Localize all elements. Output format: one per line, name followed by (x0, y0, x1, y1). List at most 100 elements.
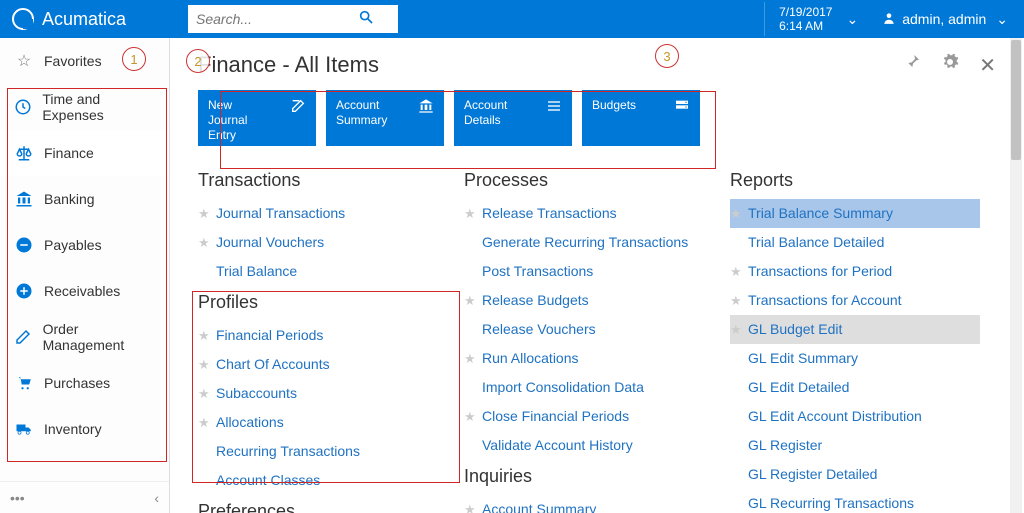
user-icon (882, 11, 896, 28)
sidebar-item-favorites[interactable]: ☆ Favorites (0, 38, 169, 84)
scrollbar-thumb[interactable] (1011, 40, 1021, 160)
tile-budgets[interactable]: Budgets (582, 90, 700, 146)
search-box[interactable] (188, 5, 398, 33)
link-item[interactable]: ☆Trial Balance (198, 257, 428, 286)
link-item[interactable]: ★Transactions for Period (730, 257, 980, 286)
gear-icon[interactable] (941, 53, 959, 78)
star-icon[interactable]: ★ (198, 233, 214, 253)
link-item[interactable]: ★Journal Vouchers (198, 228, 428, 257)
link-label: Allocations (216, 412, 284, 433)
brand[interactable]: Acumatica (0, 8, 170, 30)
search-icon[interactable] (358, 9, 374, 30)
sidebar-item-time-expenses[interactable]: Time and Expenses (0, 84, 169, 130)
sidebar-item-label: Purchases (44, 375, 110, 391)
tile-account-details[interactable]: Account Details (454, 90, 572, 146)
link-item[interactable]: ★Release Transactions (464, 199, 694, 228)
section-processes: Processes (464, 170, 694, 191)
link-item[interactable]: ★Subaccounts (198, 379, 428, 408)
sidebar-item-payables[interactable]: Payables (0, 222, 169, 268)
chevron-down-icon: ⌄ (846, 11, 858, 28)
link-item[interactable]: ☆Trial Balance Detailed (730, 228, 980, 257)
star-icon[interactable]: ★ (464, 291, 480, 311)
star-icon[interactable]: ★ (198, 355, 214, 375)
minus-circle-icon (12, 236, 36, 254)
link-item[interactable]: ★Trial Balance Summary (730, 199, 980, 228)
link-item[interactable]: ☆GL Edit Detailed (730, 373, 980, 402)
link-item[interactable]: ★Close Financial Periods (464, 402, 694, 431)
link-label: Validate Account History (482, 435, 633, 456)
link-item[interactable]: ☆Validate Account History (464, 431, 694, 460)
link-label: Recurring Transactions (216, 441, 360, 462)
link-item[interactable]: ★Run Allocations (464, 344, 694, 373)
link-label: Journal Vouchers (216, 232, 324, 253)
link-item[interactable]: ★Release Budgets (464, 286, 694, 315)
star-icon[interactable]: ★ (464, 500, 480, 513)
star-icon[interactable]: ★ (730, 262, 746, 282)
scrollbar[interactable] (1010, 38, 1022, 513)
column-2: Processes ★Release Transactions☆Generate… (464, 164, 694, 513)
star-icon[interactable]: ★ (730, 320, 746, 340)
link-item[interactable]: ★Financial Periods (198, 321, 428, 350)
star-icon[interactable]: ★ (464, 349, 480, 369)
column-3: Reports ★Trial Balance Summary☆Trial Bal… (730, 164, 980, 513)
link-label: Chart Of Accounts (216, 354, 330, 375)
link-label: GL Edit Account Distribution (748, 406, 922, 427)
star-icon[interactable]: ★ (198, 384, 214, 404)
link-item[interactable]: ★Journal Transactions (198, 199, 428, 228)
link-item[interactable]: ☆Release Vouchers (464, 315, 694, 344)
sidebar-item-purchases[interactable]: Purchases (0, 360, 169, 406)
star-icon[interactable]: ★ (464, 204, 480, 224)
link-item[interactable]: ★Allocations (198, 408, 428, 437)
link-item[interactable]: ☆GL Edit Account Distribution (730, 402, 980, 431)
date-line1: 7/19/2017 (779, 5, 832, 19)
star-icon[interactable]: ★ (198, 204, 214, 224)
bank-icon (12, 190, 36, 208)
close-icon[interactable]: ✕ (979, 53, 996, 78)
link-item[interactable]: ☆Import Consolidation Data (464, 373, 694, 402)
star-icon[interactable]: ★ (198, 326, 214, 346)
tile-new-journal-entry[interactable]: New Journal Entry (198, 90, 316, 146)
server-icon (674, 98, 690, 138)
link-item[interactable]: ☆Recurring Transactions (198, 437, 428, 466)
sidebar-item-order-mgmt[interactable]: Order Management (0, 314, 169, 360)
tile-label: Budgets (592, 98, 636, 138)
user-name: admin, admin (902, 11, 986, 27)
tile-label: Account Details (464, 98, 507, 138)
sidebar-item-banking[interactable]: Banking (0, 176, 169, 222)
sidebar-item-label: Banking (44, 191, 95, 207)
link-item[interactable]: ★Transactions for Account (730, 286, 980, 315)
star-icon[interactable]: ★ (730, 291, 746, 311)
link-label: Generate Recurring Transactions (482, 232, 688, 253)
link-label: Trial Balance Detailed (748, 232, 884, 253)
link-item[interactable]: ★Account Summary (464, 495, 694, 513)
sidebar-item-inventory[interactable]: Inventory (0, 406, 169, 452)
link-item[interactable]: ☆GL Register Detailed (730, 460, 980, 489)
link-item[interactable]: ☆Generate Recurring Transactions (464, 228, 694, 257)
link-item[interactable]: ☆Account Classes (198, 466, 428, 495)
link-item[interactable]: ☆GL Edit Summary (730, 344, 980, 373)
link-label: Transactions for Account (748, 290, 902, 311)
star-icon[interactable]: ★ (730, 204, 746, 224)
tiles: New Journal Entry Account Summary Accoun… (198, 90, 996, 146)
star-icon[interactable]: ★ (464, 407, 480, 427)
link-label: Run Allocations (482, 348, 579, 369)
link-label: Account Summary (482, 499, 596, 513)
business-date[interactable]: 7/19/2017 6:14 AM ⌄ (764, 2, 872, 37)
sidebar-item-receivables[interactable]: Receivables (0, 268, 169, 314)
link-item[interactable]: ★GL Budget Edit (730, 315, 980, 344)
link-item[interactable]: ☆GL Register (730, 431, 980, 460)
link-item[interactable]: ☆Post Transactions (464, 257, 694, 286)
link-item[interactable]: ★Chart Of Accounts (198, 350, 428, 379)
more-icon[interactable]: ••• (10, 490, 25, 506)
user-menu[interactable]: admin, admin ⌄ (872, 11, 1024, 28)
tile-account-summary[interactable]: Account Summary (326, 90, 444, 146)
link-label: GL Budget Edit (748, 319, 842, 340)
truck-icon (12, 420, 36, 438)
search-input[interactable] (188, 11, 358, 27)
tile-label: Account Summary (336, 98, 387, 138)
pin-icon[interactable] (905, 53, 921, 78)
sidebar-item-finance[interactable]: Finance (0, 130, 169, 176)
collapse-icon[interactable]: ‹ (154, 490, 159, 506)
link-item[interactable]: ☆GL Recurring Transactions (730, 489, 980, 513)
star-icon[interactable]: ★ (198, 413, 214, 433)
